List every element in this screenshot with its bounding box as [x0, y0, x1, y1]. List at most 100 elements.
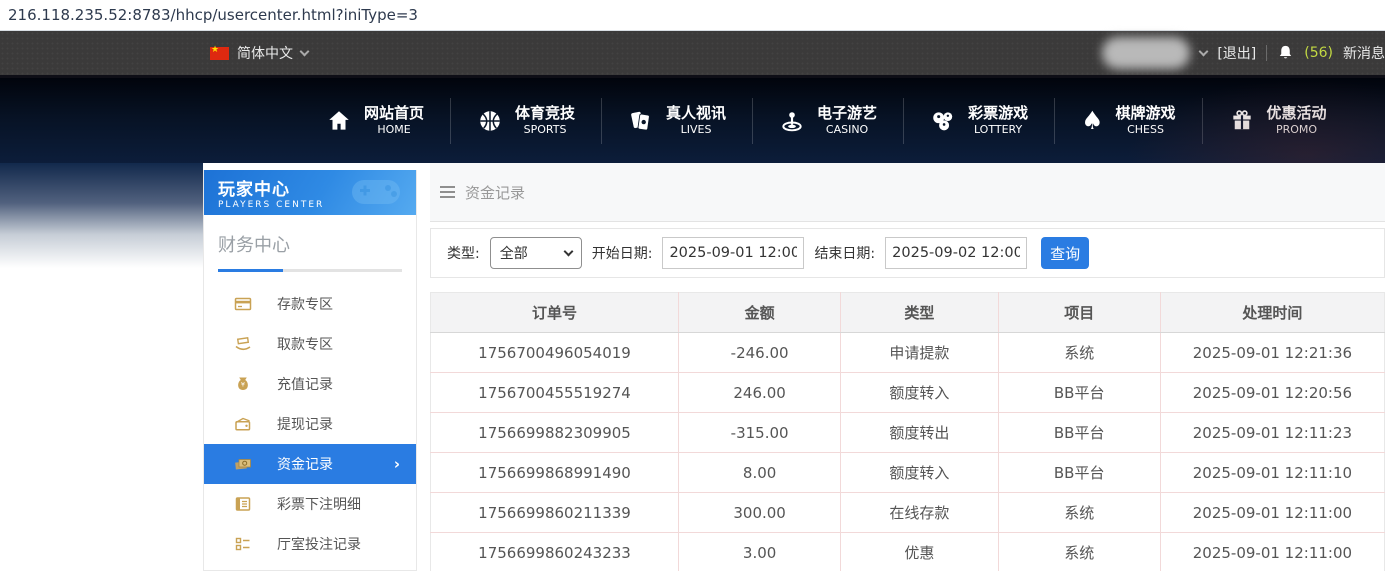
section-title: 财务中心 [218, 231, 402, 257]
bell-icon[interactable] [1277, 44, 1294, 62]
sidebar-item-label: 存款专区 [277, 294, 333, 314]
nav-label: 优惠活动 [1267, 104, 1327, 123]
nav-label: 棋牌游戏 [1116, 104, 1176, 123]
breadcrumb-title: 资金记录 [465, 182, 525, 203]
topbar: ★ 简体中文 [退出] (56) 新消息 [0, 31, 1385, 75]
sidebar-item-label: 资金记录 [277, 454, 333, 474]
sidebar-item-lottery-bets[interactable]: 彩票下注明细 [204, 484, 416, 524]
nav-item-chess[interactable]: ♠ 棋牌游戏 CHESS [1055, 98, 1202, 144]
nav-items: 网站首页 HOME 体育竞技 SPORTS [300, 78, 1353, 163]
nav-sublabel: CHESS [1127, 123, 1164, 137]
nav-item-casino[interactable]: 电子游艺 CASINO [753, 98, 904, 144]
sidebar-section: 财务中心 [204, 215, 416, 282]
svg-text:¥: ¥ [241, 381, 245, 389]
cell-type: 申请提款 [841, 333, 998, 373]
end-date-label: 结束日期: [814, 243, 875, 263]
sidebar: 玩家中心 PLAYERS CENTER 财务中心 存款专区 [203, 170, 417, 571]
sidebar-item-funds-record[interactable]: 资金记录 › [204, 444, 416, 484]
nav-item-lottery[interactable]: 彩票游戏 LOTTERY [904, 98, 1055, 144]
sidebar-item-recharge-record[interactable]: ¥ 充值记录 [204, 364, 416, 404]
cell-item: BB平台 [998, 413, 1160, 453]
username-redacted[interactable] [1102, 37, 1190, 69]
wallet-icon [234, 415, 252, 433]
cell-amount: 8.00 [679, 453, 841, 493]
sidebar-item-label: 厅室投注记录 [277, 534, 361, 554]
nav-sublabel: LOTTERY [974, 123, 1022, 137]
nav-item-sports[interactable]: 体育竞技 SPORTS [451, 98, 602, 144]
cell-time: 2025-09-01 12:11:00 [1160, 533, 1384, 571]
nav-label: 体育竞技 [515, 104, 575, 123]
nav-label: 电子游艺 [817, 104, 877, 123]
table-row: 1756699860243233 3.00 优惠 系统 2025-09-01 1… [431, 533, 1385, 571]
nav-label: 真人视讯 [666, 104, 726, 123]
gamepad-icon [348, 174, 404, 214]
nav-item-promo[interactable]: 优惠活动 PROMO [1203, 98, 1353, 144]
nav-sublabel: SPORTS [524, 123, 567, 137]
cell-time: 2025-09-01 12:20:56 [1160, 373, 1384, 413]
funds-record-table: 订单号 金额 类型 项目 处理时间 1756700496054019 -246.… [430, 292, 1385, 571]
language-selector[interactable]: ★ 简体中文 [210, 31, 308, 75]
cell-amount: 246.00 [679, 373, 841, 413]
table-row: 1756700496054019 -246.00 申请提款 系统 2025-09… [431, 333, 1385, 373]
sidebar-item-hall-bets[interactable]: 厅室投注记录 [204, 524, 416, 564]
banner-fade [0, 163, 203, 268]
topbar-user-area: [退出] (56) 新消息 [1102, 31, 1385, 75]
logout-link[interactable]: [退出] [1217, 43, 1256, 63]
cell-type: 优惠 [841, 533, 998, 571]
banknotes-icon [234, 455, 252, 473]
cell-order: 1756699882309905 [431, 413, 679, 453]
col-header-item: 项目 [998, 293, 1160, 333]
sidebar-item-withdrawal-record[interactable]: 提现记录 [204, 404, 416, 444]
sidebar-header: 玩家中心 PLAYERS CENTER [204, 170, 416, 215]
sidebar-menu: 存款专区 取款专区 ¥ 充值记录 提现记录 [204, 284, 416, 571]
cell-item: 系统 [998, 533, 1160, 571]
nav-item-lives[interactable]: 真人视讯 LIVES [602, 98, 753, 144]
page-url: 216.118.235.52:8783/hhcp/usercenter.html… [8, 6, 418, 24]
chevron-down-icon [300, 46, 310, 56]
sidebar-item-player-report[interactable]: 玩家投注报表 [204, 564, 416, 571]
messages-link[interactable]: 新消息 [1343, 43, 1385, 63]
sports-icon [477, 108, 503, 134]
sidebar-item-label: 取款专区 [277, 334, 333, 354]
cell-amount: 3.00 [679, 533, 841, 571]
lottery-balls-icon [930, 108, 956, 134]
sidebar-item-deposit[interactable]: 存款专区 [204, 284, 416, 324]
cell-item: 系统 [998, 333, 1160, 373]
chevron-down-icon[interactable] [1199, 46, 1209, 56]
cell-amount: -315.00 [679, 413, 841, 453]
cell-order: 1756700455519274 [431, 373, 679, 413]
message-count: (56) [1304, 45, 1333, 61]
chevron-down-icon [563, 247, 573, 257]
nav-sublabel: CASINO [826, 123, 868, 137]
table-row: 1756700455519274 246.00 额度转入 BB平台 2025-0… [431, 373, 1385, 413]
type-select[interactable]: 全部 [490, 237, 582, 269]
money-bag-icon: ¥ [234, 375, 252, 393]
filter-bar: 类型: 全部 开始日期: 结束日期: 查询 [430, 228, 1385, 278]
china-flag-icon: ★ [210, 47, 229, 60]
cell-amount: -246.00 [679, 333, 841, 373]
start-date-label: 开始日期: [592, 243, 653, 263]
start-date-input[interactable] [662, 237, 804, 269]
live-cards-icon [628, 108, 654, 134]
search-button[interactable]: 查询 [1041, 237, 1089, 269]
withdraw-icon [234, 335, 252, 353]
cell-time: 2025-09-01 12:11:00 [1160, 493, 1384, 533]
cell-time: 2025-09-01 12:21:36 [1160, 333, 1384, 373]
gift-icon [1229, 108, 1255, 134]
spade-icon: ♠ [1081, 108, 1103, 134]
cell-item: 系统 [998, 493, 1160, 533]
end-date-input[interactable] [885, 237, 1027, 269]
nav-sublabel: PROMO [1276, 123, 1317, 137]
cell-time: 2025-09-01 12:11:23 [1160, 413, 1384, 453]
nav-sublabel: HOME [377, 123, 410, 137]
hamburger-icon [440, 183, 455, 201]
nav-label: 彩票游戏 [968, 104, 1028, 123]
browser-url-bar[interactable]: 216.118.235.52:8783/hhcp/usercenter.html… [0, 0, 1385, 31]
language-label: 简体中文 [237, 43, 293, 63]
cell-order: 1756699868991490 [431, 453, 679, 493]
nav-item-home[interactable]: 网站首页 HOME [300, 98, 451, 144]
sidebar-item-withdraw[interactable]: 取款专区 [204, 324, 416, 364]
table-row: 1756699860211339 300.00 在线存款 系统 2025-09-… [431, 493, 1385, 533]
sidebar-item-label: 充值记录 [277, 374, 333, 394]
cell-type: 在线存款 [841, 493, 998, 533]
